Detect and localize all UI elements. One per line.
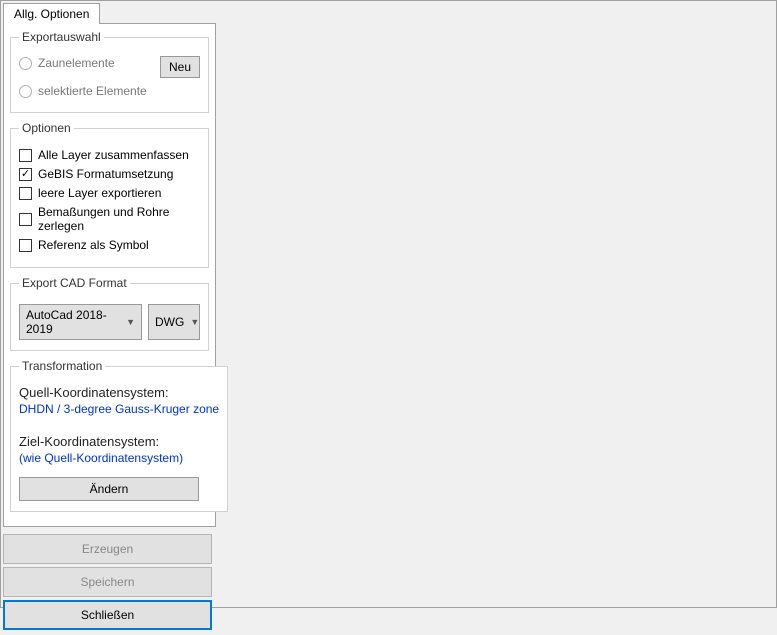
bottom-buttons: Erzeugen Speichern Schließen [1,529,216,635]
legend-transformation: Transformation [19,359,105,373]
aendern-button[interactable]: Ändern [19,477,199,501]
chevron-down-icon: ▼ [190,317,199,327]
erzeugen-button[interactable]: Erzeugen [3,534,212,564]
check-leere-layer[interactable]: leere Layer exportieren [19,186,200,200]
speichern-button[interactable]: Speichern [3,567,212,597]
group-exportauswahl: Exportauswahl Neu Zaunelemente selektier… [10,30,209,113]
group-optionen: Optionen Alle Layer zusammenfassen GeBIS… [10,121,209,268]
legend-export-cad: Export CAD Format [19,276,130,290]
left-column: Allg. Optionen Exportauswahl Neu Zaunele… [1,1,216,635]
checkbox-icon [19,239,32,252]
select-cad-version[interactable]: AutoCad 2018-2019 ▼ [19,304,142,340]
neu-button[interactable]: Neu [160,56,200,78]
ziel-value-link[interactable]: (wie Quell-Koordinatensystem) [19,451,219,465]
checkbox-icon [19,187,32,200]
check-label: leere Layer exportieren [38,186,161,200]
checkbox-icon [19,213,32,226]
select-value: AutoCad 2018-2019 [26,308,120,336]
check-label: GeBIS Formatumsetzung [38,167,173,181]
radio-label-selektierte: selektierte Elemente [38,84,147,98]
chevron-down-icon: ▼ [126,317,135,327]
group-export-cad: Export CAD Format AutoCad 2018-2019 ▼ DW… [10,276,209,351]
tab-strip: Allg. Optionen [1,1,216,24]
dropdown-row: AutoCad 2018-2019 ▼ DWG ▼ [19,304,200,340]
check-label: Bemaßungen und Rohre zerlegen [38,205,200,233]
radio-label-zaunelemente: Zaunelemente [38,56,115,70]
check-referenz[interactable]: Referenz als Symbol [19,238,200,252]
group-transformation: Transformation Quell-Koordinatensystem: … [10,359,228,512]
checkbox-icon [19,168,32,181]
checkbox-icon [19,149,32,162]
main-window: Allg. Optionen Exportauswahl Neu Zaunele… [0,0,777,608]
check-bemassungen[interactable]: Bemaßungen und Rohre zerlegen [19,205,200,233]
ziel-label: Ziel-Koordinatensystem: [19,434,219,449]
check-gebis[interactable]: GeBIS Formatumsetzung [19,167,200,181]
quell-value-link[interactable]: DHDN / 3-degree Gauss-Kruger zone [19,402,219,416]
check-label: Alle Layer zusammenfassen [38,148,189,162]
radio-icon [19,57,32,70]
legend-exportauswahl: Exportauswahl [19,30,104,44]
quell-label: Quell-Koordinatensystem: [19,385,219,400]
radio-selektierte[interactable]: selektierte Elemente [19,84,200,98]
schliessen-button[interactable]: Schließen [3,600,212,630]
radio-icon [19,85,32,98]
select-value: DWG [155,315,184,329]
check-alle-layer[interactable]: Alle Layer zusammenfassen [19,148,200,162]
legend-optionen: Optionen [19,121,74,135]
tab-allg-optionen[interactable]: Allg. Optionen [3,3,100,24]
tab-panel: Exportauswahl Neu Zaunelemente selektier… [3,23,216,527]
check-label: Referenz als Symbol [38,238,149,252]
select-cad-format[interactable]: DWG ▼ [148,304,200,340]
body-area: Allg. Optionen Exportauswahl Neu Zaunele… [1,1,776,635]
